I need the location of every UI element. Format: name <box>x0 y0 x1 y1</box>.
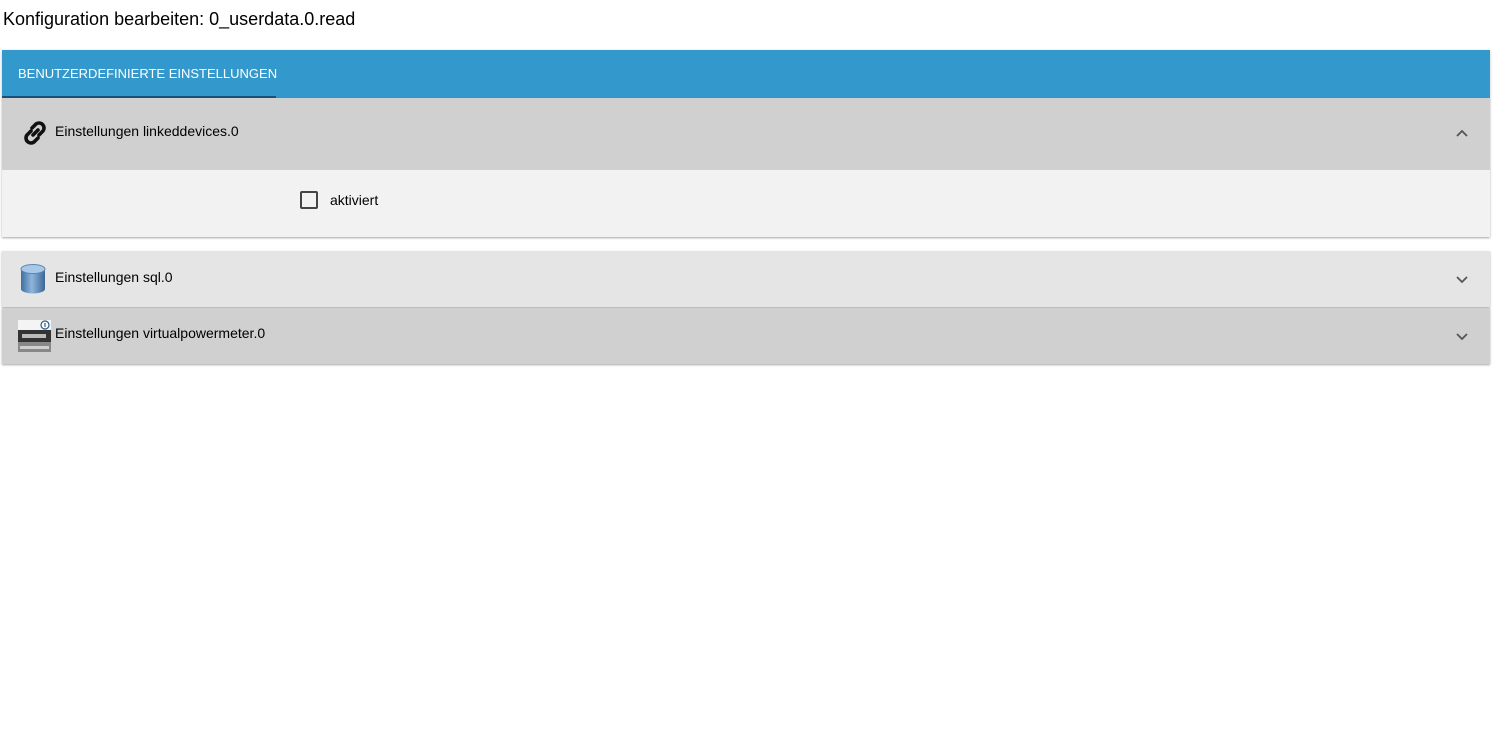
checkbox-box[interactable] <box>300 191 318 209</box>
page-title: Konfiguration bearbeiten: 0_userdata.0.r… <box>3 9 356 29</box>
panel-header-virtualpowermeter[interactable]: Einstellungen virtualpowermeter.0 <box>2 308 1490 364</box>
checkbox-label: aktiviert <box>330 192 379 208</box>
database-icon <box>18 263 48 300</box>
panel-linkeddevices: Einstellungen linkeddevices.0 aktiviert <box>2 98 1490 237</box>
tab-custom-settings[interactable]: BENUTZERDEFINIERTE EINSTELLUNGEN <box>2 50 277 98</box>
panel-label-linkeddevices: Einstellungen linkeddevices.0 <box>55 123 239 139</box>
tab-bar: BENUTZERDEFINIERTE EINSTELLUNGEN <box>2 50 1490 98</box>
panel-header-linkeddevices[interactable]: Einstellungen linkeddevices.0 <box>2 98 1490 170</box>
link-icon <box>18 116 52 155</box>
chevron-up-icon[interactable] <box>1454 125 1470 141</box>
panel-label-sql: Einstellungen sql.0 <box>55 269 173 285</box>
chevron-down-icon[interactable] <box>1454 329 1470 345</box>
panel-label-virtualpowermeter: Einstellungen virtualpowermeter.0 <box>55 325 266 341</box>
powermeter-icon <box>18 320 51 357</box>
chevron-down-icon[interactable] <box>1454 272 1470 288</box>
panel-body-linkeddevices: aktiviert <box>2 170 1490 237</box>
panel-virtualpowermeter: Einstellungen virtualpowermeter.0 <box>2 308 1490 364</box>
panel-header-sql[interactable]: Einstellungen sql.0 <box>2 251 1490 307</box>
panel-sql: Einstellungen sql.0 <box>2 251 1490 307</box>
